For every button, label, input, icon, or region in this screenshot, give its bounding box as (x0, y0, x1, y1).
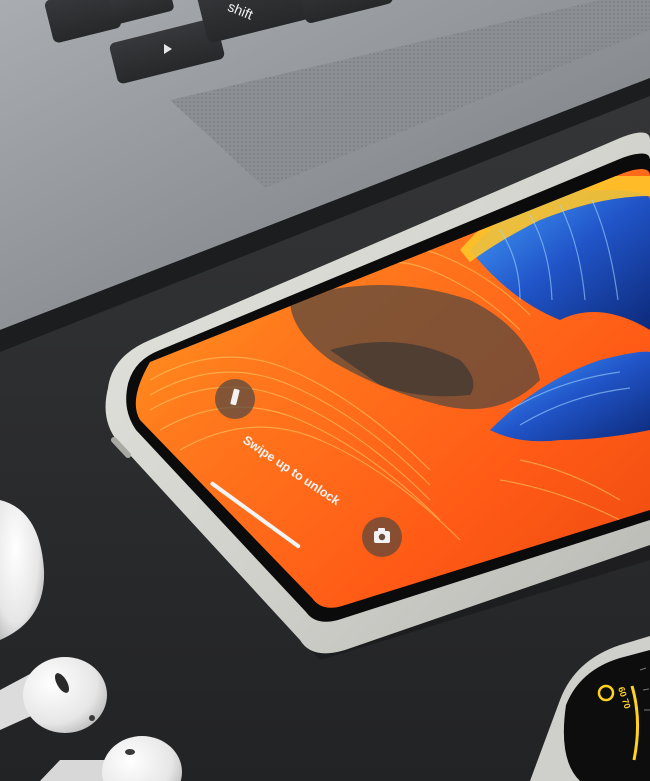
flashlight-button[interactable] (215, 379, 255, 419)
product-photo: shift Swipe up to unlock 60 70 (0, 0, 650, 781)
camera-button[interactable] (362, 517, 402, 557)
